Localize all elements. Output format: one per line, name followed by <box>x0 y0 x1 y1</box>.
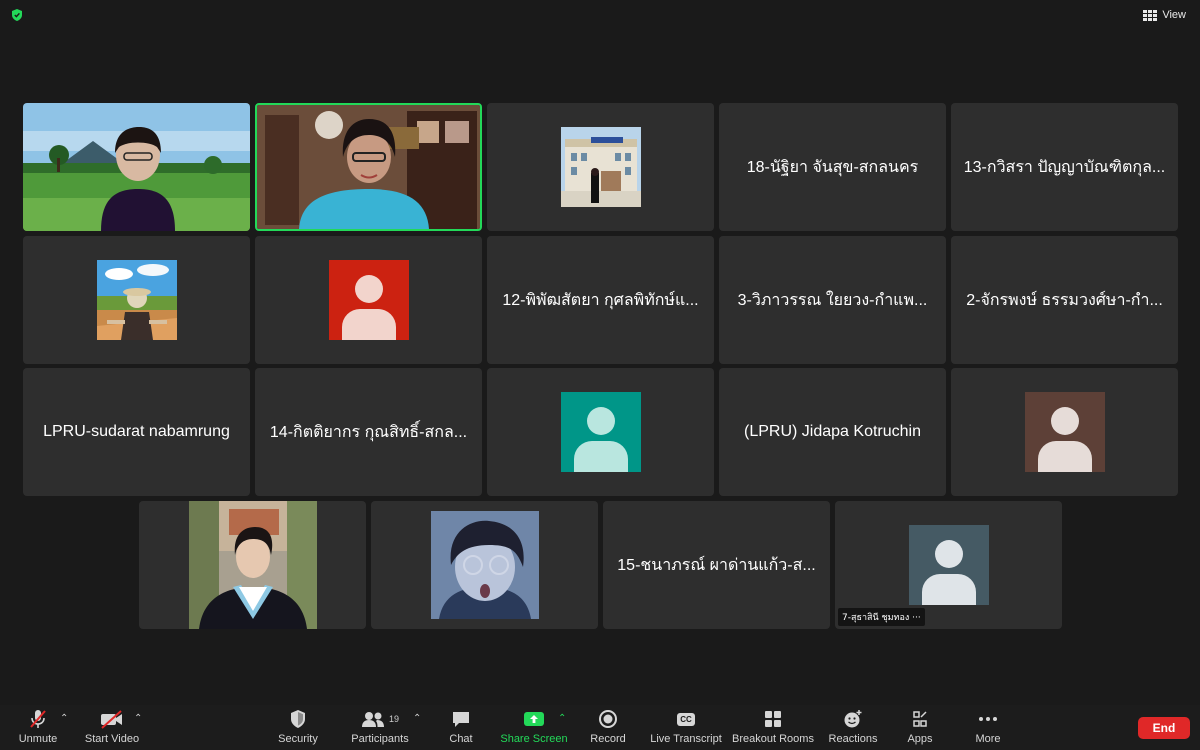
participant-tile-avatar-19[interactable]: 7-สุธาสินี ชุมทอง ··· <box>835 501 1062 629</box>
participants-icon <box>361 712 384 727</box>
share-screen-arrow-icon <box>524 712 544 726</box>
participant-tile-name-4[interactable]: 18-นัฐิยา จันสุข-สกลนคร <box>719 103 946 231</box>
participant-tile-name-14[interactable]: (LPRU) Jidapa Kotruchin <box>719 368 946 496</box>
participant-tile-photo-6[interactable] <box>23 236 250 364</box>
participant-name: 2-จักรพงษ์ ธรรมวงศ์ษา-กำ... <box>966 291 1163 309</box>
view-label: View <box>1162 9 1186 21</box>
participant-tile-avatar-13[interactable] <box>487 368 714 496</box>
security-button[interactable]: Security <box>277 708 319 748</box>
microphone-muted-icon <box>30 710 46 728</box>
participant-video-feed-2 <box>257 105 480 229</box>
chat-label: Chat <box>449 733 473 745</box>
participant-tile-name-18[interactable]: 15-ชนาภรณ์ ผาด่านแก้ว-ส... <box>603 501 830 629</box>
participant-tile-name-5[interactable]: 13-กวิสรา ปัญญาบัณฑิตกุล... <box>951 103 1178 231</box>
apps-label: Apps <box>907 733 933 745</box>
participant-tile-video-1[interactable] <box>23 103 250 231</box>
default-avatar-icon <box>328 260 409 340</box>
live-transcript-label: Live Transcript <box>650 733 722 745</box>
default-avatar-icon <box>908 525 989 605</box>
reactions-label: Reactions <box>828 733 878 745</box>
participant-tile-name-9[interactable]: 3-วิภาวรรณ ใยยวง-กำแพ... <box>719 236 946 364</box>
chat-button[interactable]: Chat <box>444 708 478 748</box>
start-video-label: Start Video <box>84 733 140 745</box>
unmute-label: Unmute <box>18 733 58 745</box>
participants-options-chevron-up-icon[interactable]: ⌃ <box>413 713 421 724</box>
profile-photo-icon <box>96 260 177 340</box>
participants-button[interactable]: 19 Participants <box>348 708 412 748</box>
security-label: Security <box>278 733 318 745</box>
share-options-chevron-up-icon[interactable]: ⌃ <box>558 713 566 724</box>
participant-name: 12-พิพัฒสัตยา กุศลพิทักษ์แ... <box>502 291 699 309</box>
breakout-rooms-grid-icon <box>765 711 781 727</box>
participant-tile-avatar-7[interactable] <box>255 236 482 364</box>
participant-name: 18-นัฐิยา จันสุข-สกลนคร <box>746 158 919 176</box>
participant-tile-video-2-active-speaker[interactable] <box>255 103 482 231</box>
closed-caption-icon: CC <box>677 712 695 726</box>
participant-tile-name-8[interactable]: 12-พิพัฒสัตยา กุศลพิทักษ์แ... <box>487 236 714 364</box>
participant-tile-avatar-15[interactable] <box>951 368 1178 496</box>
record-button[interactable]: Record <box>587 708 629 748</box>
breakout-rooms-button[interactable]: Breakout Rooms <box>732 708 814 748</box>
participant-name: 13-กวิสรา ปัญญาบัณฑิตกุล... <box>963 158 1166 176</box>
default-avatar-icon <box>560 392 641 472</box>
live-transcript-button[interactable]: CC Live Transcript <box>649 708 723 748</box>
encryption-shield-icon[interactable] <box>10 8 24 22</box>
record-icon <box>599 710 617 728</box>
apps-icon <box>913 711 927 727</box>
grid-view-icon <box>1143 9 1158 21</box>
participants-count: 19 <box>388 714 399 724</box>
meeting-toolbar: Unmute ⌃ Start Video ⌃ Security 19 Parti… <box>0 705 1200 750</box>
unmute-button[interactable]: Unmute <box>18 708 58 748</box>
audio-options-chevron-up-icon[interactable]: ⌃ <box>60 713 68 724</box>
reactions-smiley-icon <box>844 710 862 728</box>
end-meeting-button[interactable]: End <box>1138 717 1190 739</box>
breakout-rooms-label: Breakout Rooms <box>732 733 814 745</box>
default-avatar-icon <box>1024 392 1105 472</box>
participant-name: 15-ชนาภรณ์ ผาด่านแก้ว-ส... <box>617 556 816 574</box>
profile-photo-icon <box>560 127 641 207</box>
participant-tile-photo-17[interactable] <box>371 501 598 629</box>
participant-tile-name-12[interactable]: 14-กิตติยากร กุณสิทธิ์-สกล... <box>255 368 482 496</box>
participant-tile-name-10[interactable]: 2-จักรพงษ์ ธรรมวงศ์ษา-กำ... <box>951 236 1178 364</box>
participant-video-feed-1 <box>23 103 250 231</box>
profile-photo-icon <box>430 511 539 619</box>
participant-name: (LPRU) Jidapa Kotruchin <box>744 423 921 440</box>
participant-name: LPRU-sudarat nabamrung <box>43 423 230 440</box>
apps-button[interactable]: Apps <box>904 708 936 748</box>
more-button[interactable]: More <box>972 708 1004 748</box>
participant-tile-photo-3[interactable] <box>487 103 714 231</box>
chat-bubble-icon <box>453 712 469 727</box>
shield-icon <box>291 710 305 728</box>
start-video-button[interactable]: Start Video <box>84 708 140 748</box>
reactions-button[interactable]: Reactions <box>828 708 878 748</box>
record-label: Record <box>590 733 626 745</box>
more-dots-icon <box>979 717 997 721</box>
profile-photo-icon <box>188 501 317 629</box>
participant-name-tag: 7-สุธาสินี ชุมทอง ··· <box>838 608 925 626</box>
more-label: More <box>975 733 1001 745</box>
video-camera-off-icon <box>101 710 122 729</box>
participant-tile-photo-16[interactable] <box>139 501 366 629</box>
participant-tile-name-11[interactable]: LPRU-sudarat nabamrung <box>23 368 250 496</box>
share-screen-label: Share Screen <box>500 733 568 745</box>
participant-name: 3-วิภาวรรณ ใยยวง-กำแพ... <box>737 291 928 309</box>
participant-name: 14-กิตติยากร กุณสิทธิ์-สกล... <box>269 423 468 441</box>
video-options-chevron-up-icon[interactable]: ⌃ <box>134 713 142 724</box>
view-button[interactable]: View <box>1139 6 1190 24</box>
participants-label: Participants <box>351 733 409 745</box>
